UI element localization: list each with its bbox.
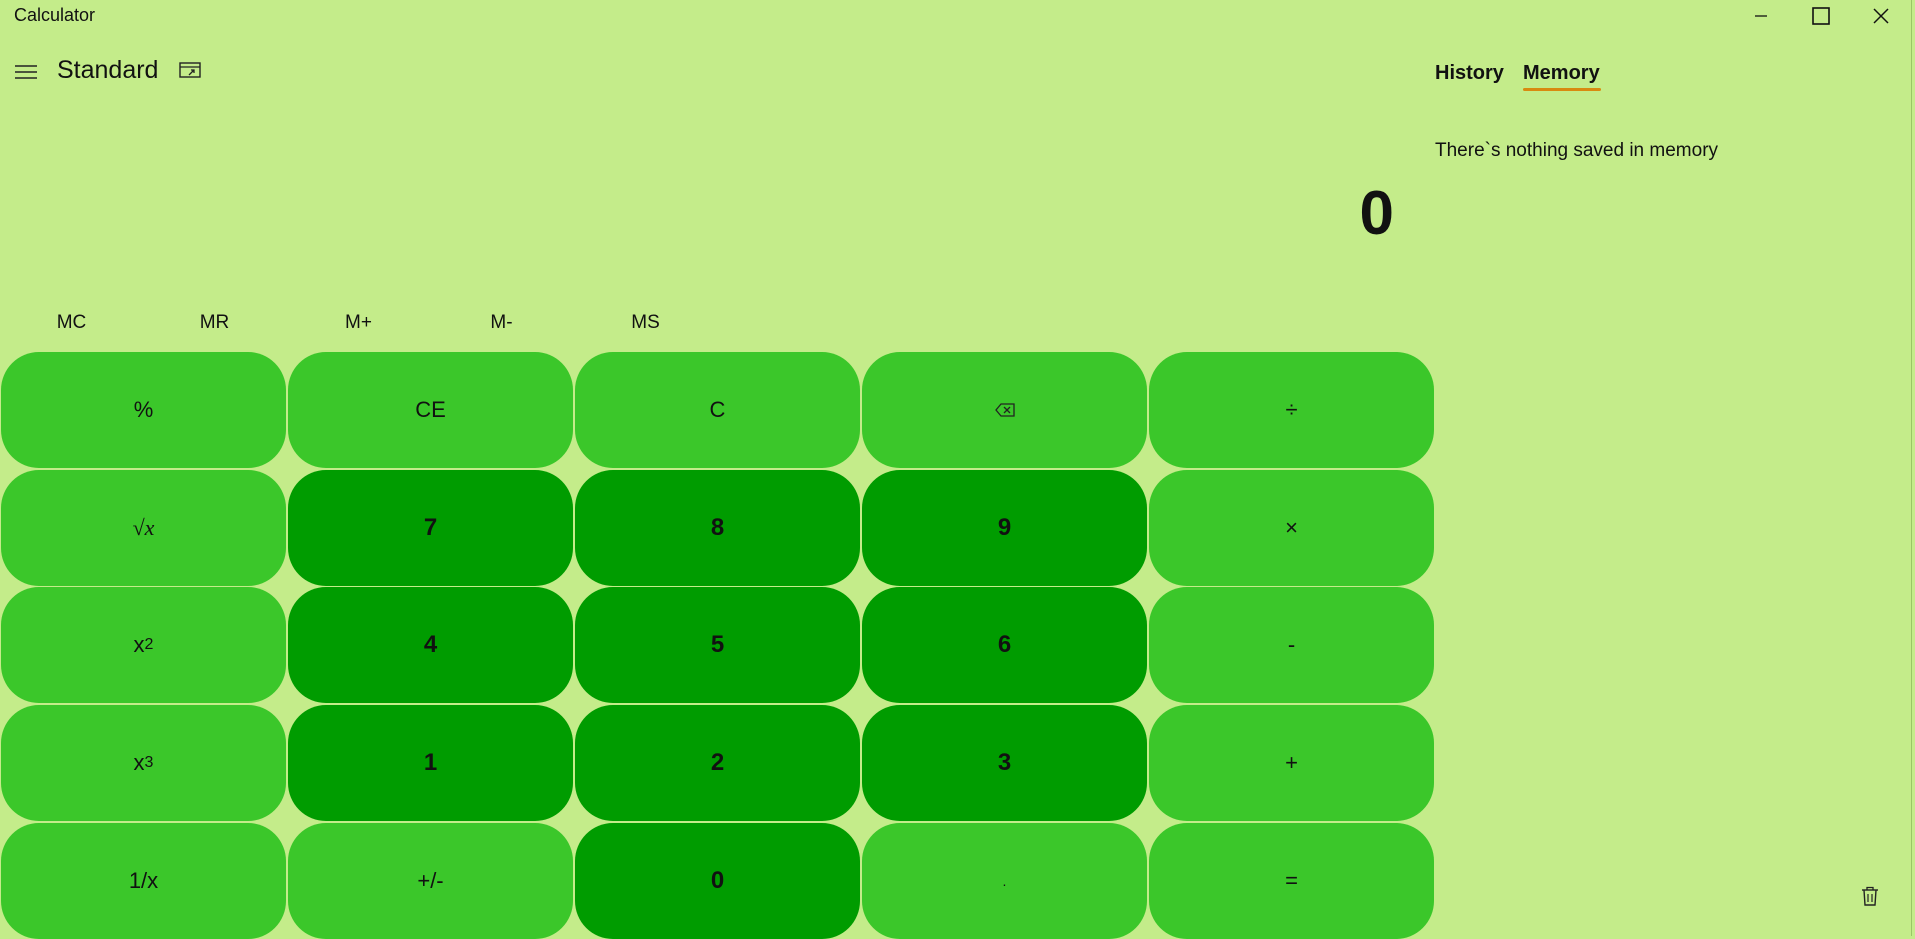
keep-on-top-button[interactable] — [176, 56, 204, 84]
memory-clear-button[interactable]: MC — [0, 306, 143, 340]
square-root-button[interactable]: √x — [1, 470, 286, 586]
reciprocal-button[interactable]: 1/x — [1, 823, 286, 939]
clear-all-memory-button[interactable] — [1856, 882, 1884, 910]
memory-add-button[interactable]: M+ — [287, 306, 430, 340]
negate-button[interactable]: +/- — [288, 823, 573, 939]
trash-icon — [1862, 886, 1878, 906]
clear-button[interactable]: C — [575, 352, 860, 468]
memory-empty-message: There`s nothing saved in memory — [1435, 140, 1719, 161]
memory-buttons-row: MC MR M+ M- MS — [0, 306, 720, 340]
digit-0-button[interactable]: 0 — [575, 823, 860, 939]
navigation-menu-button[interactable] — [10, 56, 42, 88]
mode-title: Standard — [57, 56, 159, 84]
digit-3-button[interactable]: 3 — [862, 705, 1147, 821]
tab-history[interactable]: History — [1435, 62, 1504, 85]
memory-store-button[interactable]: MS — [574, 306, 717, 340]
digit-2-button[interactable]: 2 — [575, 705, 860, 821]
title-bar: Calculator — [0, 0, 1912, 32]
digit-5-button[interactable]: 5 — [575, 587, 860, 703]
cube-exponent-label: 3 — [144, 754, 154, 771]
calculator-window: Calculator Standard 0 MC MR M+ M- MS % C… — [0, 0, 1912, 939]
memory-subtract-button[interactable]: M- — [430, 306, 573, 340]
plus-button[interactable]: + — [1149, 705, 1434, 821]
maximize-icon — [1812, 7, 1830, 25]
maximize-button[interactable] — [1793, 0, 1849, 32]
active-tab-indicator — [1523, 88, 1601, 91]
app-title: Calculator — [14, 5, 96, 25]
digit-1-button[interactable]: 1 — [288, 705, 573, 821]
minimize-button[interactable] — [1733, 0, 1789, 32]
digit-9-button[interactable]: 9 — [862, 470, 1147, 586]
square-button[interactable]: x2 — [1, 587, 286, 703]
digit-6-button[interactable]: 6 — [862, 587, 1147, 703]
clear-entry-button[interactable]: CE — [288, 352, 573, 468]
cube-button[interactable]: x3 — [1, 705, 286, 821]
multiply-button[interactable]: × — [1149, 470, 1434, 586]
cube-base-label: x — [133, 750, 145, 775]
minus-button[interactable]: - — [1149, 587, 1434, 703]
hamburger-icon — [15, 65, 37, 79]
backspace-button[interactable] — [862, 352, 1147, 468]
percent-button[interactable]: % — [1, 352, 286, 468]
minimize-icon — [1755, 15, 1767, 17]
digit-8-button[interactable]: 8 — [575, 470, 860, 586]
calculator-header: Standard — [0, 52, 600, 92]
divide-button[interactable]: ÷ — [1149, 352, 1434, 468]
square-exponent-label: 2 — [144, 636, 154, 653]
equals-button[interactable]: = — [1149, 823, 1434, 939]
tab-memory[interactable]: Memory — [1523, 62, 1600, 87]
backspace-icon — [994, 403, 1015, 417]
result-display: 0 — [1359, 179, 1394, 248]
decimal-button[interactable]: . — [862, 823, 1147, 939]
close-icon — [1873, 8, 1889, 24]
digit-4-button[interactable]: 4 — [288, 587, 573, 703]
memory-recall-button[interactable]: MR — [143, 306, 286, 340]
keep-on-top-icon — [179, 62, 201, 78]
square-base-label: x — [133, 632, 145, 657]
close-button[interactable] — [1853, 0, 1909, 32]
digit-7-button[interactable]: 7 — [288, 470, 573, 586]
